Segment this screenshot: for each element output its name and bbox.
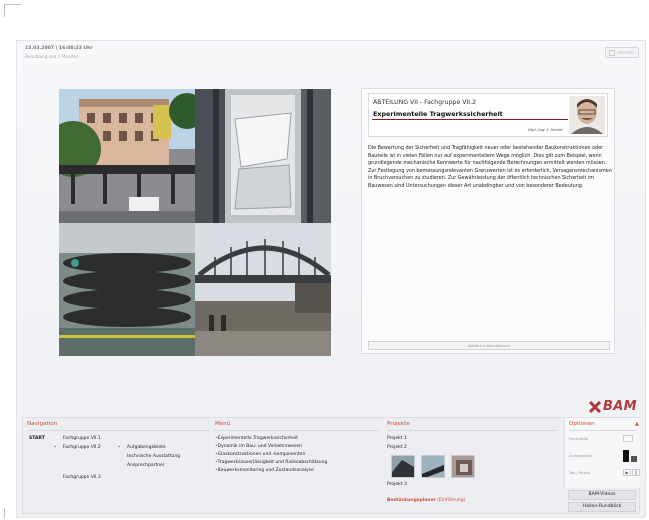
- projects-section-title: Projekte: [387, 421, 410, 427]
- article-panel: ABTEILUNG VII - Fachgruppe VII.2 Experim…: [361, 88, 615, 354]
- nav-sub-marker: •: [118, 445, 121, 450]
- menu-item-dynamik[interactable]: •Dynamik im Bau- und Verkehrswesen: [215, 444, 302, 449]
- bam-logo: BAM: [589, 399, 637, 414]
- project-2-link[interactable]: Projekt 2: [387, 445, 407, 450]
- nav-subitem-aufgabengebiete[interactable]: Aufgabengebiete: [127, 445, 166, 450]
- title-rule: [372, 119, 568, 120]
- square-icon: [609, 49, 616, 56]
- nav-start-link[interactable]: START: [29, 436, 45, 441]
- menu-divider: [215, 430, 379, 431]
- project-thumbnail-2[interactable]: [421, 455, 445, 478]
- nav-item-fachgruppe-vii2[interactable]: Fachgruppe VII.2: [63, 445, 101, 450]
- datetime-label: 15.03.2007 | 16:00:23 Uhr: [25, 46, 93, 51]
- bestueckungsplaner-link[interactable]: Bestückungsplaner (Einführung): [387, 498, 465, 503]
- collapse-up-icon[interactable]: ▲: [635, 421, 639, 427]
- display-label: Anzeigezahl: [569, 453, 592, 458]
- projects-divider: [387, 430, 557, 431]
- project-3-link[interactable]: Projekt 3: [387, 482, 407, 487]
- nav-active-marker: •: [54, 445, 57, 450]
- options-divider: [569, 430, 637, 431]
- options-panel: Optionen ▲ Fontgröße Anzeigezahl Ton / M…: [564, 418, 640, 488]
- article-body: Die Bewertung der Sicherheit und Tragfäh…: [368, 145, 612, 189]
- kiosk-screen: 15.03.2007 | 16:00:23 Uhr Benutzung seit…: [16, 40, 646, 518]
- photo-steel-arch-bridge: [195, 223, 331, 356]
- bam-videos-button[interactable]: BAM-Videos: [568, 490, 636, 500]
- hallen-rundblick-button[interactable]: Hallen-Rundblick: [568, 502, 636, 512]
- exit-button[interactable]: beenden: [605, 47, 639, 58]
- exit-button-label: beenden: [617, 50, 635, 55]
- sound-play-button[interactable]: ▶: [623, 469, 631, 476]
- nav-subitem-technische-ausstattung[interactable]: technische Ausstattung: [127, 454, 180, 459]
- font-size-label: Fontgröße: [569, 436, 589, 441]
- project-1-link[interactable]: Projekt 1: [387, 436, 407, 441]
- crop-mark-top-left: [4, 4, 21, 17]
- sound-stop-button[interactable]: ‖: [632, 469, 640, 476]
- navigation-divider: [27, 430, 209, 431]
- nav-subitem-ansprechpartner[interactable]: Ansprechpartner: [127, 463, 165, 468]
- more-info-button[interactable]: weitere Informationen: [368, 341, 610, 350]
- display-grey-swatch[interactable]: [631, 456, 637, 462]
- menu-item-experimentelle-tragwerkssicherheit[interactable]: •Experimentelle Tragwerkssicherheit: [215, 436, 298, 441]
- photo-collage: [59, 89, 331, 356]
- font-size-toggle[interactable]: [623, 435, 633, 442]
- photo-failed-column-specimen: [195, 89, 331, 223]
- session-duration-label: Benutzung seit 2 Minuten: [25, 54, 79, 59]
- nav-item-fachgruppe-vii3[interactable]: Fachgruppe VII.3: [63, 475, 101, 480]
- options-section-title: Optionen: [569, 421, 595, 427]
- bam-logo-text: BAM: [603, 399, 637, 414]
- menu-item-bauwerksmonitoring[interactable]: •Bauwerksmonitoring und Zustandsanalyse: [215, 468, 314, 473]
- project-thumbnail-3[interactable]: [451, 455, 475, 478]
- menu-item-tragwerkszuverlaessigkeit[interactable]: •Tragwerkszuverlässigkeit und Risikoabsc…: [215, 460, 327, 465]
- author-label: Dipl.-Ing. J. Herter: [528, 127, 563, 132]
- department-label: ABTEILUNG VII - Fachgruppe VII.2: [373, 99, 477, 106]
- nav-item-fachgruppe-vii1[interactable]: Fachgruppe VII.1: [63, 436, 101, 441]
- photo-street-railway-bridge: [59, 89, 195, 223]
- article-title: Experimentelle Tragwerkssicherheit: [373, 110, 503, 118]
- navigation-section-title: Navigation: [27, 421, 58, 427]
- author-portrait: [569, 96, 605, 134]
- menu-item-glaskonstruktionen[interactable]: •Glaskonstruktionen und -komponenten: [215, 452, 305, 457]
- bam-logo-icon: [589, 400, 601, 413]
- photo-elastomer-springs: [59, 223, 195, 356]
- menu-section-title: Menü: [215, 421, 231, 427]
- bottom-navigation-bar: Navigation START Fachgruppe VII.1 • Fach…: [22, 417, 640, 514]
- display-dark-swatch[interactable]: [623, 450, 629, 462]
- project-thumbnail-1[interactable]: [391, 455, 415, 478]
- article-header: ABTEILUNG VII - Fachgruppe VII.2 Experim…: [368, 93, 608, 137]
- sound-music-label: Ton / Musik: [569, 470, 591, 475]
